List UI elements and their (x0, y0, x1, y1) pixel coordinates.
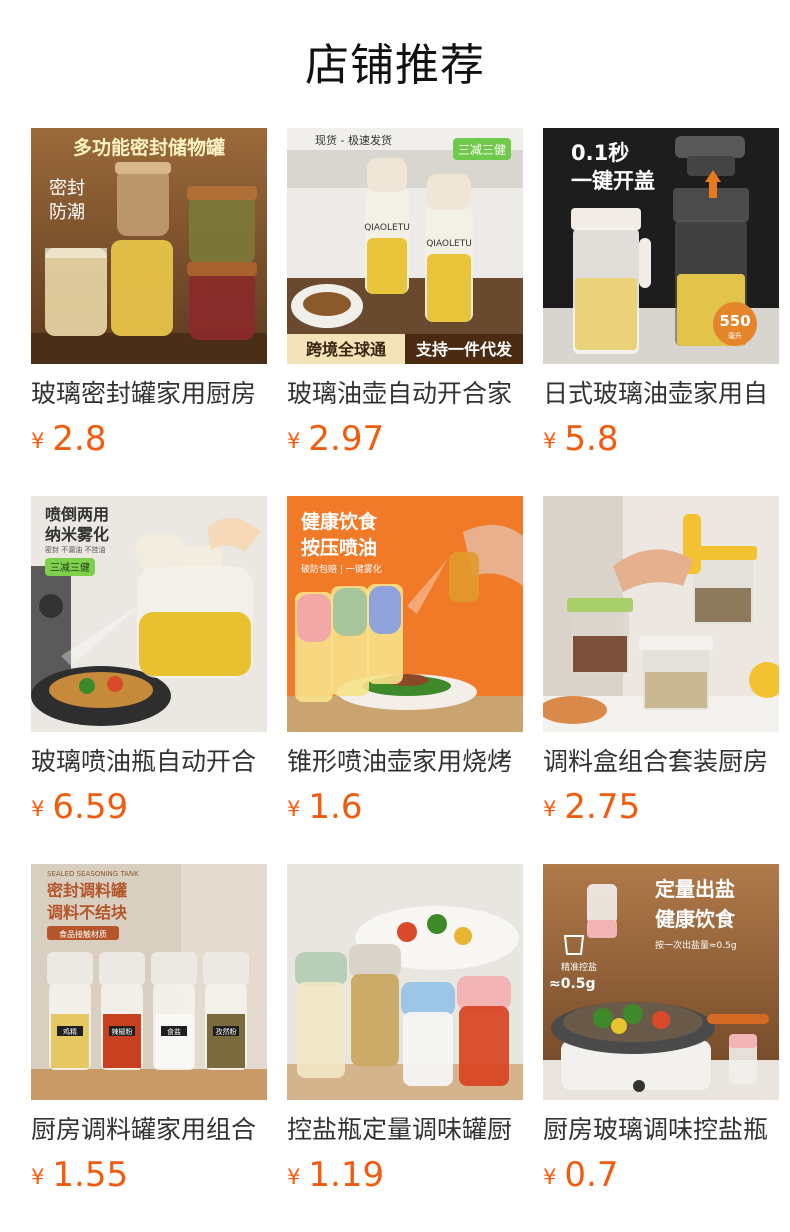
currency-symbol: ¥ (287, 429, 301, 453)
product-price: ¥2.97 (287, 417, 523, 461)
product-image[interactable]: 喷倒两用 纳米雾化 密封 不漏油 不挂油 三减三健 (31, 496, 267, 732)
product-image[interactable]: QIAOLETU QIAOLETU 现货 - 极速发货 三减三健 跨境全球通 支… (287, 128, 523, 364)
image-text: 0.1秒 (571, 141, 629, 165)
product-price: ¥1.6 (287, 785, 523, 829)
product-price: ¥0.7 (543, 1153, 779, 1197)
product-image[interactable]: 多功能密封储物罐 密封 防潮 (31, 128, 267, 364)
image-text: 调料不结块 (47, 903, 128, 922)
page: 店铺推荐 多功能密封储物罐 密封 防潮 玻璃密封罐家用厨房 ¥ 2.8 QIAO… (0, 0, 790, 1232)
product-price: ¥5.8 (543, 417, 779, 461)
price-value: 6.59 (52, 787, 129, 827)
product-name[interactable]: 调料盒组合套装厨房 (543, 745, 779, 779)
image-text: 辣椒粉 (112, 1027, 133, 1036)
image-text: 多功能密封储物罐 (73, 136, 225, 159)
oil-pot-auto-lid-icon: 550 毫升 0.1秒 一键开盖 (543, 128, 779, 364)
image-text: 破防包赔 | 一键雾化 (301, 563, 382, 575)
oil-spray-pot-icon: 喷倒两用 纳米雾化 密封 不漏油 不挂油 三减三健 (31, 496, 267, 732)
product-image[interactable]: 健康饮食 按压喷油 破防包赔 | 一键雾化 (287, 496, 523, 732)
price-value: 1.55 (52, 1155, 129, 1195)
image-text: 550 (719, 312, 750, 330)
image-text: 精准控盐 (561, 961, 597, 973)
price-value: 5.8 (564, 419, 619, 459)
cone-spray-bottles-icon: 健康饮食 按压喷油 破防包赔 | 一键雾化 (287, 496, 523, 732)
seasoning-box-set-icon (543, 496, 779, 732)
product-card[interactable]: QIAOLETU QIAOLETU 现货 - 极速发货 三减三健 跨境全球通 支… (287, 128, 523, 496)
image-text: 现货 - 极速发货 (315, 133, 392, 147)
price-value: 2.97 (308, 419, 385, 459)
image-text: 纳米雾化 (45, 525, 109, 544)
product-name[interactable]: 玻璃密封罐家用厨房 (31, 377, 267, 411)
price-value: 1.19 (308, 1155, 385, 1195)
image-text: 鸡精 (63, 1027, 77, 1036)
image-text: 按压喷油 (301, 536, 377, 559)
image-text: 支持一件代发 (415, 340, 513, 359)
seasoning-jars-icon: 鸡精 辣椒粉 食盐 孜然粉 SEALED SEASONING TANK 密封调料… (31, 864, 267, 1100)
image-text: QIAOLETU (426, 239, 472, 249)
product-image[interactable]: 550 毫升 0.1秒 一键开盖 (543, 128, 779, 364)
currency-symbol: ¥ (31, 797, 45, 821)
image-text: 孜然粉 (216, 1027, 237, 1036)
image-text: SEALED SEASONING TANK (47, 870, 139, 878)
currency-symbol: ¥ (31, 429, 45, 453)
product-price: ¥1.19 (287, 1153, 523, 1197)
image-text: 防潮 (49, 202, 85, 223)
product-price: ¥2.8 (31, 417, 267, 461)
currency-symbol: ¥ (543, 797, 557, 821)
salt-control-bottles-icon (287, 864, 523, 1100)
product-name[interactable]: 厨房调料罐家用组合 (31, 1113, 267, 1147)
image-text: 三减三健 (458, 143, 506, 157)
image-text: 密封调料罐 (46, 881, 127, 900)
product-image[interactable] (543, 496, 779, 732)
product-card[interactable]: 550 毫升 0.1秒 一键开盖 日式玻璃油壶家用自 ¥5.8 (543, 128, 779, 496)
currency-symbol: ¥ (543, 429, 557, 453)
image-text: 三减三健 (50, 562, 90, 574)
glass-storage-jars-icon: 多功能密封储物罐 密封 防潮 (31, 128, 267, 364)
product-name[interactable]: 玻璃油壶自动开合家 (287, 377, 523, 411)
product-card[interactable]: 定量出盐 健康饮食 按一次出盐量≈0.5g 精准控盐 ≈0.5g 厨房玻璃调味控… (543, 864, 779, 1232)
section-title: 店铺推荐 (305, 40, 485, 91)
image-text: QIAOLETU (364, 223, 410, 233)
product-card[interactable]: 健康饮食 按压喷油 破防包赔 | 一键雾化 锥形喷油壶家用烧烤 ¥1.6 (287, 496, 523, 864)
product-name[interactable]: 日式玻璃油壶家用自 (543, 377, 779, 411)
product-name[interactable]: 锥形喷油壶家用烧烤 (287, 745, 523, 779)
image-text: 健康饮食 (655, 907, 736, 931)
image-text: 跨境全球通 (306, 340, 386, 359)
image-text: 密封 不漏油 不挂油 (45, 545, 105, 554)
product-image[interactable]: 定量出盐 健康饮食 按一次出盐量≈0.5g 精准控盐 ≈0.5g (543, 864, 779, 1100)
currency-symbol: ¥ (287, 1165, 301, 1189)
image-text: 食盐 (167, 1027, 181, 1036)
product-price: ¥1.55 (31, 1153, 267, 1197)
image-text: 密封 (49, 178, 85, 199)
image-text: 一键开盖 (571, 169, 655, 193)
image-text: 毫升 (728, 331, 742, 340)
image-text: 定量出盐 (655, 877, 735, 901)
product-name[interactable]: 厨房玻璃调味控盐瓶 (543, 1113, 779, 1147)
product-grid: 多功能密封储物罐 密封 防潮 玻璃密封罐家用厨房 ¥2.8 QIAOLETU Q… (31, 128, 779, 1232)
image-text: 喷倒两用 (45, 505, 109, 524)
price-value: 0.7 (564, 1155, 619, 1195)
image-text: 健康饮食 (301, 510, 378, 533)
product-card[interactable]: 控盐瓶定量调味罐厨 ¥1.19 (287, 864, 523, 1232)
currency-symbol: ¥ (287, 797, 301, 821)
currency-symbol: ¥ (543, 1165, 557, 1189)
product-card[interactable]: 喷倒两用 纳米雾化 密封 不漏油 不挂油 三减三健 玻璃喷油瓶自动开合 ¥6.5… (31, 496, 267, 864)
price-value: 2.8 (52, 419, 107, 459)
glass-oil-bottles-icon: QIAOLETU QIAOLETU 现货 - 极速发货 三减三健 跨境全球通 支… (287, 128, 523, 364)
price-value: 1.6 (308, 787, 363, 827)
product-card[interactable]: 多功能密封储物罐 密封 防潮 玻璃密封罐家用厨房 ¥2.8 (31, 128, 267, 496)
image-text: 按一次出盐量≈0.5g (655, 939, 737, 951)
product-card[interactable]: 调料盒组合套装厨房 ¥2.75 (543, 496, 779, 864)
currency-symbol: ¥ (31, 1165, 45, 1189)
product-image[interactable]: 鸡精 辣椒粉 食盐 孜然粉 SEALED SEASONING TANK 密封调料… (31, 864, 267, 1100)
product-price: ¥2.75 (543, 785, 779, 829)
product-name[interactable]: 玻璃喷油瓶自动开合 (31, 745, 267, 779)
product-image[interactable] (287, 864, 523, 1100)
price-value: 2.75 (564, 787, 641, 827)
image-text: ≈0.5g (549, 976, 596, 992)
salt-dispenser-cooking-icon: 定量出盐 健康饮食 按一次出盐量≈0.5g 精准控盐 ≈0.5g (543, 864, 779, 1100)
product-card[interactable]: 鸡精 辣椒粉 食盐 孜然粉 SEALED SEASONING TANK 密封调料… (31, 864, 267, 1232)
product-price: ¥6.59 (31, 785, 267, 829)
product-name[interactable]: 控盐瓶定量调味罐厨 (287, 1113, 523, 1147)
image-text: 食品接触材质 (59, 929, 107, 939)
